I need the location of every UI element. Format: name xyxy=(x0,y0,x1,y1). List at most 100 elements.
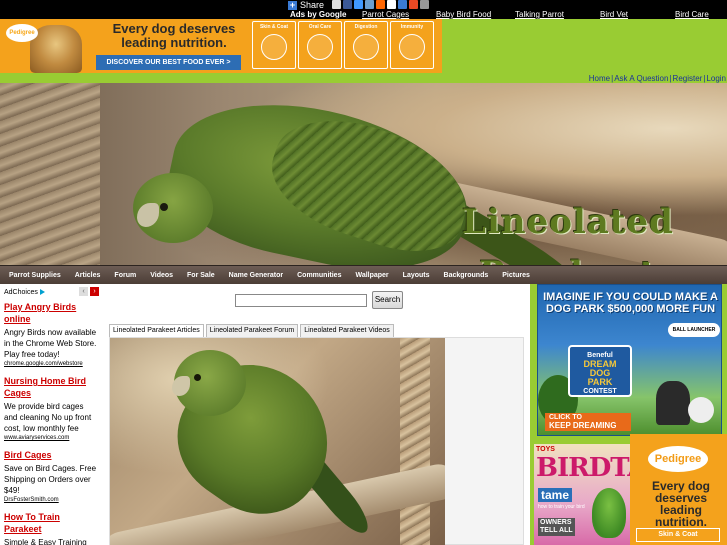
main-content: Search Lineolated Parakeet Articles Line… xyxy=(103,284,530,545)
ad-url[interactable]: www.aviaryservices.com xyxy=(4,435,99,441)
menu-articles[interactable]: Articles xyxy=(71,272,111,279)
keep-dreaming-button[interactable]: CLICK TO KEEP DREAMING xyxy=(545,413,631,431)
menu-pictures[interactable]: Pictures xyxy=(498,272,540,279)
ball-launcher-label: BALL LAUNCHER xyxy=(668,323,720,337)
dream-dog-park-sign: Beneful DREAM DOG PARK CONTEST xyxy=(568,345,632,397)
share-label: Share xyxy=(300,0,325,10)
owners-line-1: OWNERS xyxy=(540,519,572,526)
ad-link-bird-care[interactable]: Bird Care xyxy=(675,10,709,19)
rope-image xyxy=(0,83,100,265)
delicious-icon[interactable] xyxy=(365,0,374,9)
menu-layouts[interactable]: Layouts xyxy=(399,272,440,279)
header-banner: Lineolated Parakeet xyxy=(0,83,727,265)
top-bar: + Share Ads by Google Parrot Cages Baby … xyxy=(0,0,727,19)
ad-close-icon[interactable]: › xyxy=(90,287,99,296)
birdtalk-magazine-ad[interactable]: TOYS BIRDTALK tame how to train your bir… xyxy=(534,444,630,545)
ad-item: Nursing Home Bird Cages We provide bird … xyxy=(4,375,99,441)
home-link[interactable]: Home xyxy=(589,74,610,83)
menu-for-sale[interactable]: For Sale xyxy=(183,272,225,279)
reddit-icon[interactable] xyxy=(409,0,418,9)
ad-url[interactable]: DrsFosterSmith.com xyxy=(4,497,99,503)
share-plus-icon: + xyxy=(288,0,297,10)
login-link[interactable]: Login xyxy=(706,74,726,83)
ad-body: Angry Birds now available in the Chrome … xyxy=(4,328,97,359)
birdtalk-subtitle: how to train your bird xyxy=(538,504,585,510)
main-menu: Parrot Supplies Articles Forum Videos Fo… xyxy=(0,265,727,284)
ad-links: Parrot Cages Baby Bird Food Talking Parr… xyxy=(0,10,727,19)
ad-item: Bird Cages Save on Bird Cages. Free Ship… xyxy=(4,449,99,503)
ad-item: How To Train Parakeet Simple & Easy Trai… xyxy=(4,511,99,545)
benefit-label: Immunity xyxy=(400,24,424,30)
register-link[interactable]: Register xyxy=(673,74,703,83)
title-line-1: Lineolated xyxy=(462,202,674,242)
benefit-label: Digestion xyxy=(354,24,378,30)
pedigree-banner-ad[interactable]: Pedigree Every dog deserves leading nutr… xyxy=(0,19,442,73)
menu-backgrounds[interactable]: Backgrounds xyxy=(440,272,499,279)
ad-link-baby-bird-food[interactable]: Baby Bird Food xyxy=(436,10,491,19)
print-icon[interactable] xyxy=(420,0,429,9)
social-icons xyxy=(332,0,429,9)
ad-link-talking-parrot[interactable]: Talking Parrot xyxy=(515,10,564,19)
digg-icon[interactable] xyxy=(376,0,385,9)
ad-title[interactable]: Nursing Home Bird Cages xyxy=(4,375,99,399)
rope-image xyxy=(400,338,430,545)
left-ad-column: AdChoices ‹ › Play Angry Birds online An… xyxy=(0,284,103,545)
ad-item: Play Angry Birds online Angry Birds now … xyxy=(4,301,99,367)
search-input[interactable] xyxy=(235,294,367,307)
tab-panel xyxy=(109,337,524,545)
benefit-skin-coat: Skin & Coat xyxy=(252,21,296,69)
benefit-digestion: Digestion xyxy=(344,21,388,69)
email-icon[interactable] xyxy=(332,0,341,9)
myspace-icon[interactable] xyxy=(387,0,396,9)
sign-line-4: CONTEST xyxy=(583,388,617,395)
dogpark-headline: IMAGINE IF YOU COULD MAKE A DOG PARK $50… xyxy=(543,291,718,315)
tab-forum[interactable]: Lineolated Parakeet Forum xyxy=(205,324,299,337)
parakeet-eye xyxy=(194,374,201,381)
skin-coat-icon xyxy=(261,34,287,60)
pedigree-side-ad[interactable]: Pedigree Every dog deserves leading nutr… xyxy=(630,434,727,545)
menu-wallpaper[interactable]: Wallpaper xyxy=(351,272,398,279)
twitter-icon[interactable] xyxy=(354,0,363,9)
ad-title[interactable]: How To Train Parakeet xyxy=(4,511,99,535)
adchoices-label: AdChoices xyxy=(4,288,38,296)
share-button[interactable]: + Share xyxy=(288,0,324,10)
search-button[interactable]: Search xyxy=(372,291,403,309)
tab-articles[interactable]: Lineolated Parakeet Articles xyxy=(109,324,204,337)
menu-name-generator[interactable]: Name Generator xyxy=(225,272,293,279)
tab-videos[interactable]: Lineolated Parakeet Videos xyxy=(300,324,394,337)
facebook-icon[interactable] xyxy=(343,0,352,9)
menu-forum[interactable]: Forum xyxy=(110,272,146,279)
ad-body: Simple & Easy Training xyxy=(4,538,87,545)
right-ad-column: IMAGINE IF YOU COULD MAKE A DOG PARK $50… xyxy=(530,284,727,545)
ad-title[interactable]: Play Angry Birds online xyxy=(4,301,99,325)
adchoices-icon xyxy=(39,289,45,295)
menu-parrot-supplies[interactable]: Parrot Supplies xyxy=(5,272,71,279)
skin-coat-label: Skin & Coat xyxy=(636,528,720,542)
ad-link-bird-vet[interactable]: Bird Vet xyxy=(600,10,628,19)
person-image xyxy=(656,381,690,425)
parakeet-photo[interactable] xyxy=(110,338,445,545)
ask-question-link[interactable]: Ask A Question xyxy=(614,74,668,83)
stumbleupon-icon[interactable] xyxy=(398,0,407,9)
content-tabs: Lineolated Parakeet Articles Lineolated … xyxy=(109,324,394,337)
ad-prev-icon[interactable]: ‹ xyxy=(79,287,88,296)
benefit-immunity: Immunity xyxy=(390,21,434,69)
birdtalk-owners: OWNERS TELL ALL xyxy=(538,518,575,536)
banner-cta-button[interactable]: DISCOVER OUR BEST FOOD EVER > xyxy=(96,55,241,70)
banner-headline: Every dog deserves leading nutrition. xyxy=(112,21,236,50)
ad-body: Save on Bird Cages. Free Shipping on Ord… xyxy=(4,464,97,495)
birdtalk-toys: TOYS xyxy=(536,446,555,453)
pedigree-text: Every dog deserves leading nutrition. xyxy=(651,479,711,529)
title-line-2: Parakeet xyxy=(448,248,688,265)
sign-line-3: PARK xyxy=(587,377,613,387)
ad-link-parrot-cages[interactable]: Parrot Cages xyxy=(362,10,409,19)
dog-image xyxy=(688,397,714,423)
parakeet-eye xyxy=(160,203,168,211)
beneful-dog-park-ad[interactable]: IMAGINE IF YOU COULD MAKE A DOG PARK $50… xyxy=(537,284,722,436)
menu-videos[interactable]: Videos xyxy=(146,272,183,279)
ad-url[interactable]: chrome.google.com/webstore xyxy=(4,361,99,367)
ad-title[interactable]: Bird Cages xyxy=(4,449,99,461)
benefit-oral-care: Oral Care xyxy=(298,21,342,69)
menu-communities[interactable]: Communities xyxy=(293,272,351,279)
pedigree-logo: Pedigree xyxy=(648,446,708,472)
